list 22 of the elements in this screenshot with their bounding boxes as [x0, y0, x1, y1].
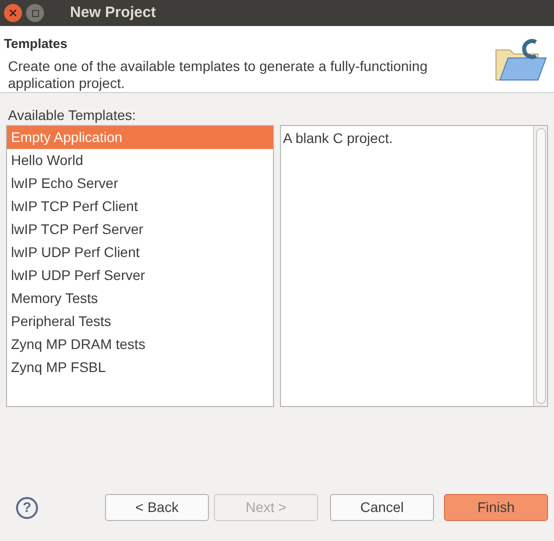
dialog-button[interactable]: Finish: [444, 494, 548, 521]
close-icon[interactable]: [4, 4, 22, 22]
help-icon[interactable]: ?: [16, 496, 38, 518]
template-item[interactable]: Zynq MP FSBL: [7, 356, 273, 379]
template-item[interactable]: lwIP UDP Perf Server: [7, 264, 273, 287]
window-title: New Project: [70, 2, 156, 23]
header-title: Templates: [4, 35, 68, 53]
template-item[interactable]: Hello World: [7, 149, 273, 172]
header-description: Create one of the available templates to generate a fully-functioning application project.: [7, 58, 428, 92]
template-item[interactable]: Peripheral Tests: [7, 310, 273, 333]
dialog-button[interactable]: < Back: [105, 494, 209, 521]
dialog-button[interactable]: Cancel: [330, 494, 434, 521]
template-item[interactable]: lwIP Echo Server: [7, 172, 273, 195]
template-description: A blank C project.: [282, 129, 394, 148]
maximize-icon[interactable]: [26, 4, 44, 22]
template-item[interactable]: lwIP UDP Perf Client: [7, 241, 273, 264]
template-item[interactable]: lwIP TCP Perf Client: [7, 195, 273, 218]
templates-label: Available Templates:: [7, 106, 137, 125]
template-item[interactable]: Zynq MP DRAM tests: [7, 333, 273, 356]
template-item[interactable]: lwIP TCP Perf Server: [7, 218, 273, 241]
scrollbar[interactable]: [533, 126, 547, 406]
template-item[interactable]: Memory Tests: [7, 287, 273, 310]
